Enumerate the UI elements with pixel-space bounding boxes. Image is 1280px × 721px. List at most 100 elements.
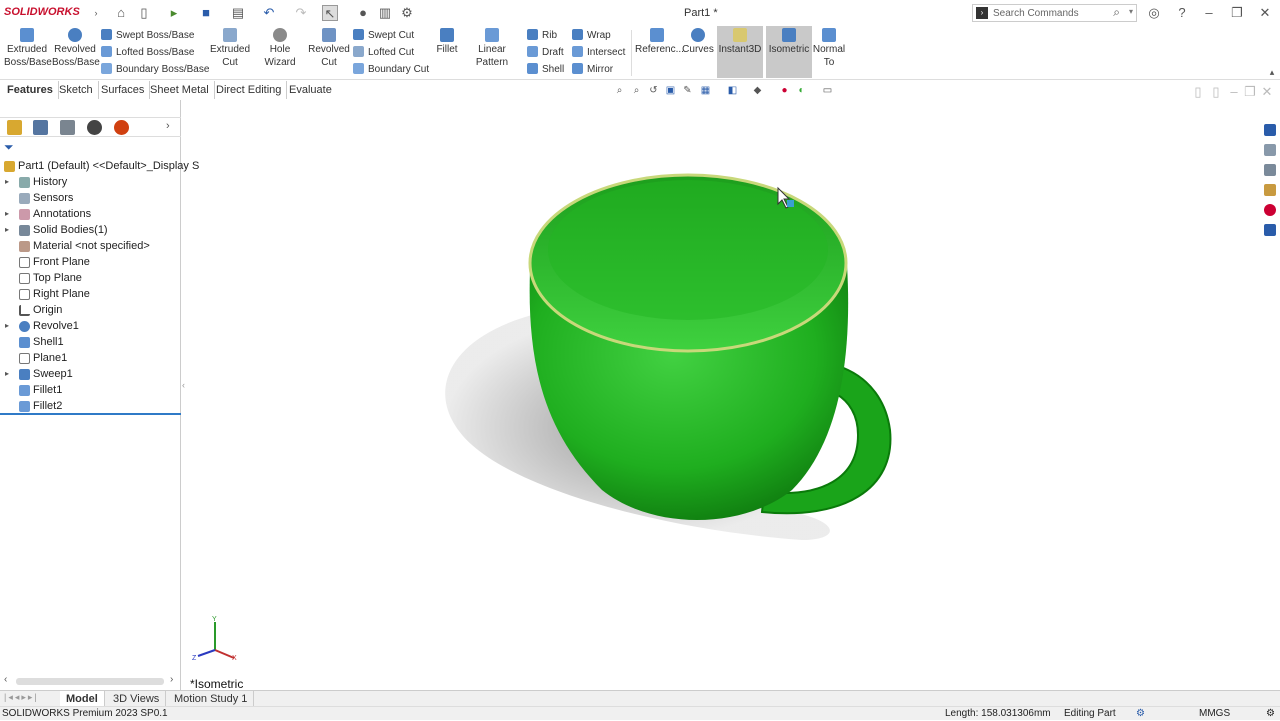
tree-item-fillet2[interactable]: Fillet2 — [0, 398, 181, 414]
tree-item-top-plane[interactable]: Top Plane — [0, 270, 181, 286]
select-icon[interactable]: ↖ — [322, 5, 338, 21]
new-document-icon[interactable]: ▯ — [136, 5, 152, 21]
tree-item-annotations[interactable]: ▸ Annotations — [0, 206, 181, 222]
instant3d-button[interactable]: Instant3D — [717, 26, 763, 78]
save-icon[interactable]: ■ — [198, 5, 214, 21]
open-folder-icon[interactable]: ▸ — [166, 5, 182, 21]
draft-button[interactable]: Draft — [527, 45, 564, 61]
scenes-icon[interactable]: ◐ — [796, 85, 807, 96]
tree-item-origin[interactable]: Origin — [0, 302, 181, 318]
solidworks-logo[interactable]: SOLIDWORKS — [4, 6, 80, 18]
undo-icon[interactable]: ↶ — [261, 5, 277, 21]
wrap-button[interactable]: Wrap — [572, 28, 611, 44]
viewport-max-icon[interactable]: ❐ — [1242, 84, 1258, 100]
hole-wizard-button[interactable]: Hole Wizard — [254, 28, 306, 69]
lofted-cut-button[interactable]: Lofted Cut — [353, 45, 414, 61]
dimxpert-icon[interactable] — [87, 120, 102, 135]
rebuild-status-icon[interactable]: ⚙ — [1136, 707, 1145, 721]
search-commands-box[interactable]: › Search Commands ⌕ ▾ — [972, 4, 1137, 22]
view-orientation-icon[interactable]: ▦ — [700, 85, 711, 96]
mirror-button[interactable]: Mirror — [572, 62, 613, 78]
tab-scroll-arrows[interactable]: |◂◂▸▸| — [4, 692, 39, 703]
tree-item-material[interactable]: Material <not specified> — [0, 238, 181, 254]
boundary-cut-button[interactable]: Boundary Cut — [353, 62, 429, 78]
file-properties-icon[interactable]: ▥ — [377, 5, 393, 21]
tab-evaluate[interactable]: Evaluate — [284, 81, 337, 99]
tree-item-shell1[interactable]: Shell1 — [0, 334, 181, 350]
tab-features[interactable]: Features — [2, 81, 59, 99]
folder-icon[interactable] — [1264, 164, 1276, 176]
tree-item-sensors[interactable]: Sensors — [0, 190, 181, 206]
rib-button[interactable]: Rib — [527, 28, 557, 44]
scroll-left-icon[interactable]: ‹ — [4, 674, 7, 685]
minimize-icon[interactable]: – — [1201, 5, 1217, 21]
zoom-to-fit-icon[interactable]: ⌕ — [614, 85, 625, 96]
tab-surfaces[interactable]: Surfaces — [96, 81, 151, 99]
resources-icon[interactable] — [1264, 144, 1276, 156]
tab-sheet-metal[interactable]: Sheet Metal — [145, 81, 215, 99]
swept-cut-button[interactable]: Swept Cut — [353, 28, 414, 44]
tree-item-fillet1[interactable]: Fillet1 — [0, 382, 181, 398]
viewport-restore-icon[interactable]: – — [1226, 84, 1242, 100]
tree-item-front-plane[interactable]: Front Plane — [0, 254, 181, 270]
tree-item-plane1[interactable]: Plane1 — [0, 350, 181, 366]
display-manager-icon[interactable] — [114, 120, 129, 135]
user-icon[interactable]: ◎ — [1146, 5, 1162, 21]
restore-icon[interactable]: ❐ — [1229, 5, 1245, 21]
revolved-boss-button[interactable]: Revolved Boss/Base — [52, 28, 100, 69]
linear-pattern-button[interactable]: Linear Pattern — [462, 28, 522, 69]
tab-3d-views[interactable]: 3D Views — [107, 691, 167, 707]
close-icon[interactable]: ✕ — [1257, 5, 1273, 21]
normal-to-button[interactable]: Normal To — [812, 28, 846, 69]
tab-motion-study[interactable]: Motion Study 1 — [168, 691, 255, 707]
scroll-thumb[interactable] — [16, 678, 164, 685]
tree-root-part[interactable]: Part1 (Default) <<Default>_Display S — [0, 158, 199, 174]
options-gear-icon[interactable]: ⚙ — [399, 5, 415, 21]
swept-boss-button[interactable]: Swept Boss/Base — [101, 28, 194, 44]
section-view-icon[interactable]: ▣ — [665, 85, 676, 96]
tree-item-solid-bodies[interactable]: ▸ Solid Bodies(1) — [0, 222, 181, 238]
search-icon[interactable]: ⌕ — [1113, 5, 1120, 20]
display-style-icon[interactable]: ◧ — [727, 85, 738, 96]
filter-icon[interactable]: ⏷ — [4, 140, 14, 155]
tree-item-revolve1[interactable]: ▸ Revolve1 — [0, 318, 181, 334]
reference-geometry-button[interactable]: Referenc... — [635, 28, 684, 56]
viewport-close-icon[interactable]: ✕ — [1259, 84, 1275, 100]
extruded-cut-button[interactable]: Extruded Cut — [207, 28, 253, 69]
custom-properties-icon[interactable] — [1264, 224, 1276, 236]
boundary-boss-button[interactable]: Boundary Boss/Base — [101, 62, 209, 78]
curves-button[interactable]: Curves — [682, 28, 714, 56]
graphics-area[interactable]: Y X Z — [182, 100, 1260, 690]
view-settings-icon[interactable]: ▭ — [822, 85, 833, 96]
expand-icon[interactable]: ▸ — [5, 366, 9, 382]
chevron-right-icon[interactable]: › — [88, 5, 104, 21]
tab-sketch[interactable]: Sketch — [54, 81, 99, 99]
property-manager-icon[interactable] — [33, 120, 48, 135]
collapse-ribbon-icon[interactable]: ▴ — [1264, 64, 1280, 80]
appearances-icon[interactable] — [1264, 204, 1276, 216]
tree-item-sweep1[interactable]: ▸ Sweep1 — [0, 366, 181, 382]
configuration-manager-icon[interactable] — [60, 120, 75, 135]
tab-model[interactable]: Model — [60, 691, 105, 707]
tree-item-history[interactable]: ▸ History — [0, 174, 181, 190]
file-explorer-icon[interactable] — [1264, 184, 1276, 196]
feature-manager-icon[interactable] — [7, 120, 22, 135]
rebuild-icon[interactable]: ● — [355, 5, 371, 21]
print-icon[interactable]: ▤ — [230, 5, 246, 21]
previous-view-icon[interactable]: ↺ — [648, 85, 659, 96]
expand-icon[interactable]: ▸ — [5, 206, 9, 222]
home-icon[interactable] — [1264, 124, 1276, 136]
panel-scrollbar[interactable]: ‹ › — [0, 674, 181, 688]
expand-icon[interactable]: ▸ — [5, 318, 9, 334]
tab-direct-editing[interactable]: Direct Editing — [211, 81, 288, 99]
rollback-bar[interactable] — [0, 413, 181, 415]
extruded-boss-button[interactable]: Extruded Boss/Base — [4, 28, 52, 69]
isometric-button[interactable]: Isometric — [766, 26, 812, 78]
chevron-down-icon[interactable]: ▾ — [1129, 7, 1133, 16]
viewport-tile-icon[interactable]: ▯ — [1208, 84, 1224, 100]
shell-button[interactable]: Shell — [527, 62, 564, 78]
intersect-button[interactable]: Intersect — [572, 45, 625, 61]
chevron-right-icon[interactable]: › — [166, 119, 176, 134]
zoom-to-area-icon[interactable]: ⌕ — [631, 85, 642, 96]
lofted-boss-button[interactable]: Lofted Boss/Base — [101, 45, 194, 61]
